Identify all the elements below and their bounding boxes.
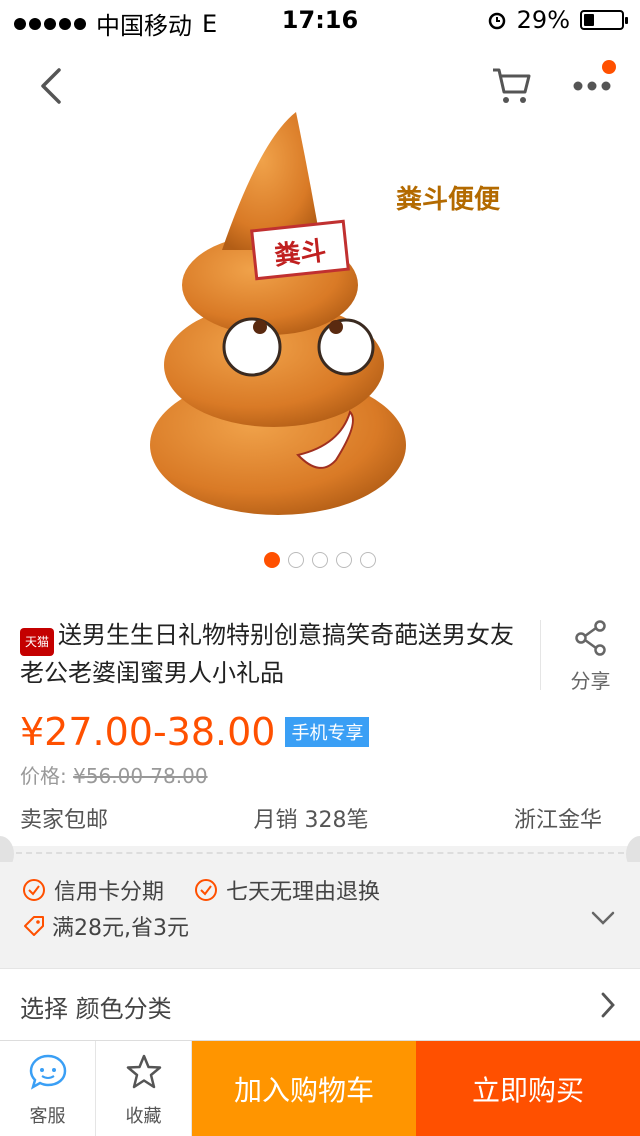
pager-dot[interactable] — [264, 552, 280, 568]
customer-service-label: 客服 — [29, 1106, 66, 1127]
seller-location: 浙江金华 — [513, 808, 602, 833]
select-color-label: 选择 颜色分类 — [20, 995, 172, 1023]
service-return: 七天无理由退换 — [226, 880, 381, 905]
mobile-exclusive-tag: 手机专享 — [285, 717, 370, 747]
notification-dot — [602, 60, 616, 74]
chevron-right-icon — [601, 992, 615, 1018]
status-bar: 中国移动 E 17:16 29% — [0, 0, 640, 40]
price-tag-icon — [24, 916, 44, 936]
product-title: 天猫 送男生生日礼物特别创意搞笑奇葩送男女友老公老婆闺蜜男人小礼品 — [20, 618, 520, 690]
back-button[interactable] — [30, 62, 70, 110]
tmall-badge: 天猫 — [20, 628, 54, 656]
chevron-down-icon[interactable] — [590, 910, 616, 926]
divider — [16, 852, 624, 854]
star-icon — [126, 1054, 161, 1089]
share-icon — [574, 620, 606, 656]
product-gallery[interactable]: 粪斗 粪斗便便 — [0, 40, 640, 600]
pager-dot[interactable] — [288, 552, 304, 568]
favorite-label: 收藏 — [125, 1106, 162, 1127]
price: ¥27.00-38.00 — [20, 710, 276, 754]
monthly-sales: 月销 328笔 — [253, 808, 369, 833]
original-price-label: 价格: — [20, 764, 67, 788]
product-info: 天猫 送男生生日礼物特别创意搞笑奇葩送男女友老公老婆闺蜜男人小礼品 分享 ¥27.… — [0, 600, 640, 846]
add-to-cart-button[interactable]: 加入购物车 — [192, 1041, 416, 1136]
pager-dot[interactable] — [336, 552, 352, 568]
bottom-action-bar: 客服 收藏 加入购物车 立即购买 — [0, 1040, 640, 1136]
original-price-value: ¥56.00-78.00 — [73, 764, 208, 788]
favorite-button[interactable]: 收藏 — [96, 1041, 192, 1136]
share-button[interactable]: 分享 — [540, 620, 640, 693]
gallery-pager[interactable] — [0, 552, 640, 568]
more-button[interactable] — [568, 60, 616, 110]
share-label: 分享 — [570, 669, 611, 693]
original-price: 价格: ¥56.00-78.00 — [20, 760, 208, 789]
shipping-info: 卖家包邮 — [20, 808, 109, 833]
more-dots-icon — [573, 81, 611, 91]
pager-dot[interactable] — [312, 552, 328, 568]
pager-dot[interactable] — [360, 552, 376, 568]
battery-icon — [580, 10, 628, 30]
customer-service-button[interactable]: 客服 — [0, 1041, 96, 1136]
product-title-text: 送男生生日礼物特别创意搞笑奇葩送男女友老公老婆闺蜜男人小礼品 — [20, 621, 514, 687]
image-overlay-text: 粪斗便便 — [396, 185, 501, 215]
check-circle-icon — [195, 879, 218, 901]
chevron-left-icon — [41, 68, 61, 104]
chat-bubble-icon — [29, 1054, 66, 1090]
alarm-icon — [488, 12, 505, 30]
product-face-label: 粪斗 — [273, 236, 328, 271]
service-installment: 信用卡分期 — [54, 880, 165, 905]
promo-text: 满28元,省3元 — [52, 916, 189, 941]
service-section[interactable]: 信用卡分期 七天无理由退换 满28元,省3元 — [0, 862, 640, 960]
product-image[interactable]: 粪斗 粪斗便便 — [110, 100, 540, 550]
buy-now-button[interactable]: 立即购买 — [416, 1041, 640, 1136]
select-color-row[interactable]: 选择 颜色分类 — [0, 968, 640, 1040]
battery-percent: 29% — [516, 6, 570, 34]
check-circle-icon — [23, 879, 45, 901]
